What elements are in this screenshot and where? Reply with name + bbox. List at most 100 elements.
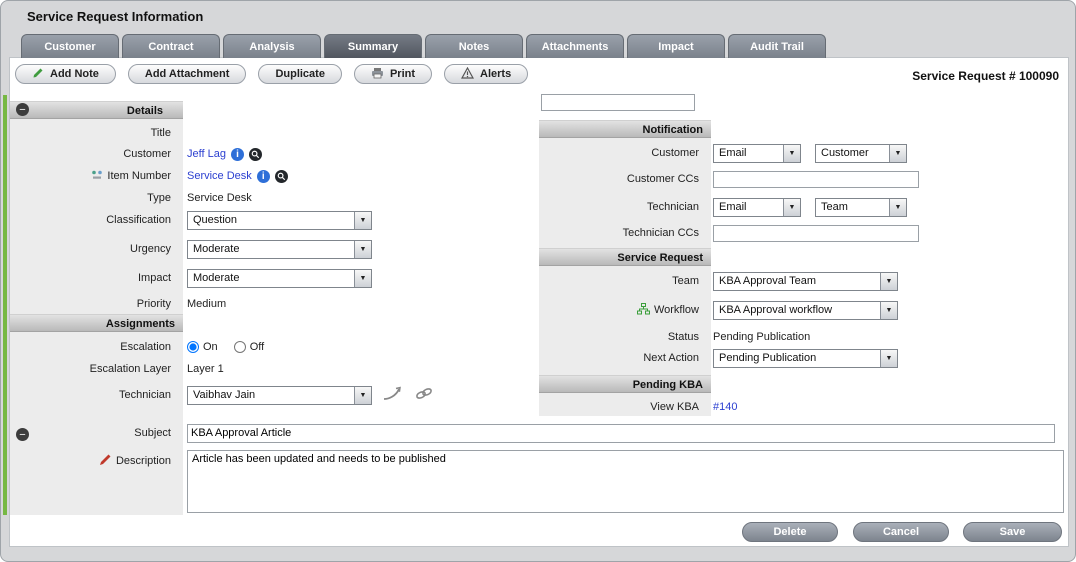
next-action-value: Pending Publication xyxy=(719,352,816,364)
customer-label: Customer xyxy=(10,148,177,160)
priority-row: Priority Medium xyxy=(10,294,226,314)
duplicate-button[interactable]: Duplicate xyxy=(258,64,342,84)
chevron-down-icon[interactable]: ▼ xyxy=(354,241,371,258)
customer-method-select[interactable]: Email ▼ xyxy=(713,144,801,163)
alerts-button[interactable]: Alerts xyxy=(444,64,528,84)
green-accent-bar xyxy=(3,95,7,515)
technician-ccs-input[interactable] xyxy=(713,225,919,242)
tab-analysis[interactable]: Analysis xyxy=(223,34,321,58)
customer-recipient-value: Customer xyxy=(821,147,869,159)
tab-attachments[interactable]: Attachments xyxy=(526,34,624,58)
print-button[interactable]: Print xyxy=(354,64,432,84)
title-label: Title xyxy=(10,127,177,139)
tab-impact[interactable]: Impact xyxy=(627,34,725,58)
escalation-layer-label: Escalation Layer xyxy=(10,363,177,375)
workflow-icon xyxy=(637,303,650,318)
impact-row: Impact Moderate ▼ xyxy=(10,268,372,288)
priority-label: Priority xyxy=(10,298,177,310)
technician-select[interactable]: Vaibhav Jain ▼ xyxy=(187,386,372,405)
quick-search-input[interactable] xyxy=(541,94,695,111)
cancel-button[interactable]: Cancel xyxy=(853,522,949,542)
next-action-label: Next Action xyxy=(539,352,705,364)
collapse-subject-icon[interactable]: − xyxy=(16,428,29,441)
next-action-select[interactable]: Pending Publication ▼ xyxy=(713,349,898,368)
item-number-link[interactable]: Service Desk xyxy=(187,170,252,182)
chevron-down-icon[interactable]: ▼ xyxy=(880,273,897,290)
pencil-icon xyxy=(99,453,112,469)
escalation-label: Escalation xyxy=(10,341,177,353)
customer-row: Customer Jeff Lag i xyxy=(10,144,262,164)
workflow-select[interactable]: KBA Approval workflow ▼ xyxy=(713,301,898,320)
technician-recipient-select[interactable]: Team ▼ xyxy=(815,198,907,217)
warning-triangle-icon xyxy=(461,67,474,82)
tab-contract[interactable]: Contract xyxy=(122,34,220,58)
view-kba-label: View KBA xyxy=(539,401,705,413)
technician-method-select[interactable]: Email ▼ xyxy=(713,198,801,217)
customer-link[interactable]: Jeff Lag xyxy=(187,148,226,160)
pending-kba-header: Pending KBA xyxy=(539,375,711,393)
technician-value: Vaibhav Jain xyxy=(193,389,255,401)
type-value: Service Desk xyxy=(187,192,252,204)
escalation-on-input[interactable] xyxy=(187,341,199,353)
chevron-down-icon[interactable]: ▼ xyxy=(354,387,371,404)
customer-info-icon[interactable]: i xyxy=(231,148,244,161)
tab-customer[interactable]: Customer xyxy=(21,34,119,58)
tab-audit-trail[interactable]: Audit Trail xyxy=(728,34,826,58)
description-label-row: Description xyxy=(10,451,177,471)
item-icon xyxy=(91,169,103,184)
escalation-off-radio[interactable]: Off xyxy=(234,341,264,353)
urgency-select[interactable]: Moderate ▼ xyxy=(187,240,372,259)
add-attachment-label: Add Attachment xyxy=(145,68,230,80)
impact-value: Moderate xyxy=(193,272,239,284)
item-number-row: Item Number Service Desk i xyxy=(10,166,288,186)
escalation-off-label: Off xyxy=(250,341,264,353)
tab-summary[interactable]: Summary xyxy=(324,34,422,58)
chain-link-icon[interactable] xyxy=(414,386,434,404)
chevron-down-icon[interactable]: ▼ xyxy=(783,145,800,162)
subject-input[interactable] xyxy=(187,424,1055,443)
technician-ccs-row: Technician CCs xyxy=(539,223,919,243)
item-search-icon[interactable] xyxy=(275,170,288,183)
printer-icon xyxy=(371,67,384,82)
chevron-down-icon[interactable]: ▼ xyxy=(889,199,906,216)
urgency-row: Urgency Moderate ▼ xyxy=(10,239,372,259)
delete-button[interactable]: Delete xyxy=(742,522,838,542)
classification-row: Classification Question ▼ xyxy=(10,210,372,230)
add-note-button[interactable]: Add Note xyxy=(15,64,116,84)
view-kba-link[interactable]: #140 xyxy=(713,401,737,413)
chevron-down-icon[interactable]: ▼ xyxy=(354,212,371,229)
escalation-off-input[interactable] xyxy=(234,341,246,353)
team-label: Team xyxy=(539,275,705,287)
toolbar: Add Note Add Attachment Duplicate Print … xyxy=(15,64,528,84)
team-select[interactable]: KBA Approval Team ▼ xyxy=(713,272,898,291)
customer-search-icon[interactable] xyxy=(249,148,262,161)
escalation-on-label: On xyxy=(203,341,218,353)
tab-notes[interactable]: Notes xyxy=(425,34,523,58)
classification-label: Classification xyxy=(10,214,177,226)
escalation-on-radio[interactable]: On xyxy=(187,341,218,353)
add-note-label: Add Note xyxy=(50,68,99,80)
chevron-down-icon[interactable]: ▼ xyxy=(880,302,897,319)
add-attachment-button[interactable]: Add Attachment xyxy=(128,64,247,84)
chevron-down-icon[interactable]: ▼ xyxy=(880,350,897,367)
customer-ccs-label: Customer CCs xyxy=(539,173,705,185)
status-label: Status xyxy=(539,331,705,343)
impact-label: Impact xyxy=(10,272,177,284)
classification-select[interactable]: Question ▼ xyxy=(187,211,372,230)
item-info-icon[interactable]: i xyxy=(257,170,270,183)
chevron-down-icon[interactable]: ▼ xyxy=(354,270,371,287)
service-request-header: Service Request xyxy=(539,248,711,266)
curved-arrow-icon[interactable] xyxy=(382,385,404,405)
customer-ccs-row: Customer CCs xyxy=(539,169,919,189)
impact-select[interactable]: Moderate ▼ xyxy=(187,269,372,288)
classification-value: Question xyxy=(193,214,237,226)
chevron-down-icon[interactable]: ▼ xyxy=(783,199,800,216)
collapse-details-icon[interactable]: − xyxy=(16,103,29,116)
save-button[interactable]: Save xyxy=(963,522,1062,542)
customer-recipient-select[interactable]: Customer ▼ xyxy=(815,144,907,163)
customer-ccs-input[interactable] xyxy=(713,171,919,188)
description-textarea[interactable]: Article has been updated and needs to be… xyxy=(187,450,1064,513)
subject-label: Subject xyxy=(10,427,177,439)
chevron-down-icon[interactable]: ▼ xyxy=(889,145,906,162)
escalation-row: Escalation On Off xyxy=(10,337,264,357)
